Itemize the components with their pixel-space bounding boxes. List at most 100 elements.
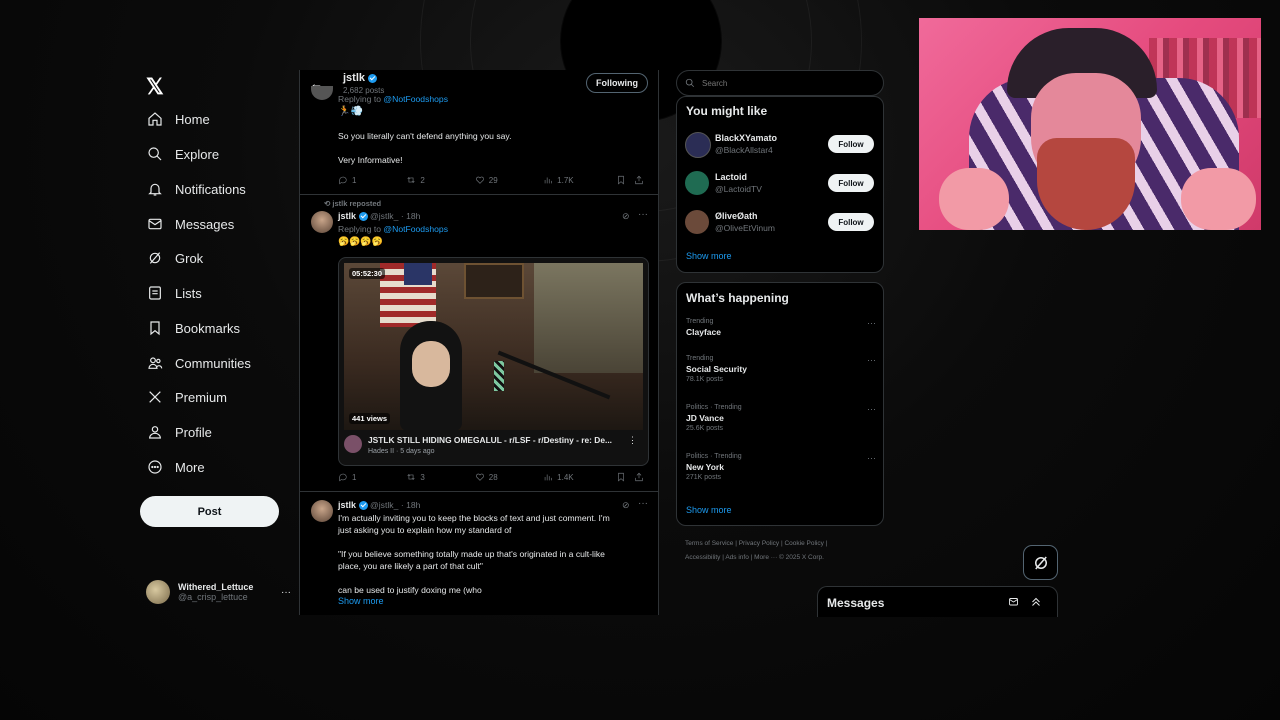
account-handle: @OliveEtVinum [715,223,775,233]
reply-count: 1 [352,472,357,482]
trend-item[interactable]: Politics · Trending New York 271K posts … [686,453,876,481]
video-title[interactable]: JSTLK STILL HIDING OMEGALUL - r/LSF - r/… [368,435,612,445]
footer-line[interactable]: Accessibility | Ads info | More ··· © 20… [685,551,875,565]
reply-icon [339,473,347,482]
follow-button[interactable]: Follow [828,213,874,231]
grok-floating-button[interactable] [1023,545,1058,580]
repost-button[interactable]: 2 [406,175,474,185]
share-button[interactable] [634,175,648,185]
views-button[interactable]: 1.7K [543,175,616,185]
search-icon [685,78,695,88]
verified-icon [358,501,368,511]
show-more-link[interactable]: Show more [686,251,732,261]
nav-lists[interactable]: Lists [146,279,202,307]
tweet-more-icon[interactable]: ··· [638,498,648,509]
reply-icon [339,176,347,185]
new-message-icon[interactable] [1008,596,1020,608]
verified-icon [368,73,378,83]
grok-tweet-icon[interactable]: ⊘ [622,500,630,511]
trend-item[interactable]: Politics · Trending JD Vance 25.6K posts… [686,404,876,432]
share-icon [635,472,643,482]
author-name[interactable]: jstlk [338,211,356,221]
trend-name: Social Security [686,364,747,374]
suggested-account[interactable]: BlackXYamato @BlackAllstar4 Follow [685,130,875,158]
reply-button[interactable]: 1 [338,472,406,482]
chevron-up-icon[interactable] [1030,596,1042,608]
nav-grok[interactable]: Grok [146,244,203,272]
nav-label: Premium [175,389,228,405]
nav-explore[interactable]: Explore [146,140,219,168]
footer-line[interactable]: Terms of Service | Privacy Policy | Cook… [685,537,875,551]
tweet[interactable]: jstlk @jstlk_ · 18h ⊘ ··· I'm actually i… [300,492,658,615]
account-name: Lactoid [715,172,748,182]
trend-more-icon[interactable]: ··· [867,318,876,328]
nav-bookmarks[interactable]: Bookmarks [146,314,240,342]
follow-button[interactable]: Follow [828,135,874,153]
nav-profile[interactable]: Profile [146,418,212,446]
like-button[interactable]: 28 [475,472,543,482]
trend-item[interactable]: Trending Social Security 78.1K posts ··· [686,355,876,383]
bookmark-button[interactable] [616,175,634,185]
account-handle: @BlackAllstar4 [715,145,773,155]
trend-meta: Politics · Trending [686,404,742,411]
video-thumbnail[interactable]: 05:52:30 441 views [344,263,643,430]
trend-meta: Trending [686,355,714,362]
bookmark-button[interactable] [616,472,634,482]
trend-more-icon[interactable]: ··· [867,404,876,414]
nav-communities[interactable]: Communities [146,349,251,377]
tweet-time[interactable]: · 18h [401,211,421,221]
nav-home[interactable]: Home [146,105,210,133]
account-switcher[interactable]: Withered_Lettuce @a_crisp_lettuce ··· [146,577,291,607]
tweet-time[interactable]: · 18h [401,500,421,510]
tweet[interactable]: ⟲ jstlk reposted jstlk @jstlk_ · 18h ⊘ ·… [300,195,658,490]
tweet-author: jstlk @jstlk_ · 18h [338,211,421,222]
post-button[interactable]: Post [140,496,279,527]
author-name[interactable]: jstlk [338,500,356,510]
show-more-link[interactable]: Show more [338,596,384,606]
trend-more-icon[interactable]: ··· [867,355,876,365]
tweet-text: place, you are likely a part of that cul… [338,561,483,571]
search-bar[interactable] [676,70,884,96]
views-button[interactable]: 1.4K [543,472,616,482]
mention-link[interactable]: @NotFoodshops [383,94,448,104]
follow-button[interactable]: Follow [828,174,874,192]
nav-messages[interactable]: Messages [146,210,234,238]
account-more-icon[interactable]: ··· [281,587,291,598]
video-views: 441 views [349,413,391,424]
share-button[interactable] [634,472,648,482]
tweet[interactable]: Replying to @NotFoodshops 🏃💨 So you lite… [300,86,658,193]
trend-more-icon[interactable]: ··· [867,453,876,463]
nav-premium[interactable]: Premium [146,383,227,411]
like-count: 28 [488,472,498,482]
grok-tweet-icon[interactable]: ⊘ [622,211,630,222]
tweet-more-icon[interactable]: ··· [638,209,648,220]
video-menu-icon[interactable]: ⋮ [628,435,637,446]
timeline: ← jstlk 2,682 posts Following Replying t… [299,70,659,615]
messages-dock[interactable]: Messages [817,586,1058,617]
repost-button[interactable]: 3 [406,472,474,482]
trend-meta: Trending [686,318,714,325]
like-button[interactable]: 29 [475,175,543,185]
card-title: You might like [686,104,768,118]
envelope-icon [146,215,164,233]
x-logo-icon[interactable]: 𝕏 [146,74,164,100]
verified-icon [358,212,368,222]
nav-label: Grok [175,250,204,266]
suggested-account[interactable]: ØliveØath @OliveEtVinum Follow [685,208,875,236]
nav-more[interactable]: More [146,453,205,481]
search-input[interactable] [700,77,874,89]
bookmark-icon [618,175,625,185]
repost-count: 2 [420,175,425,185]
reply-button[interactable]: 1 [338,175,406,185]
mention-link[interactable]: @NotFoodshops [383,224,448,234]
suggested-account[interactable]: Lactoid @LactoidTV Follow [685,169,875,197]
nav-notifications[interactable]: Notifications [146,175,246,203]
nav-label: Profile [175,424,212,440]
trend-item[interactable]: Trending Clayface ··· [686,318,876,337]
channel-avatar [344,435,362,453]
show-more-link[interactable]: Show more [686,505,732,515]
view-count: 1.4K [557,472,574,482]
video-channel: Hades II · 5 days ago [368,448,435,455]
video-card[interactable]: 05:52:30 441 views JSTLK STILL HIDING OM… [338,257,649,466]
avatar [685,132,711,158]
